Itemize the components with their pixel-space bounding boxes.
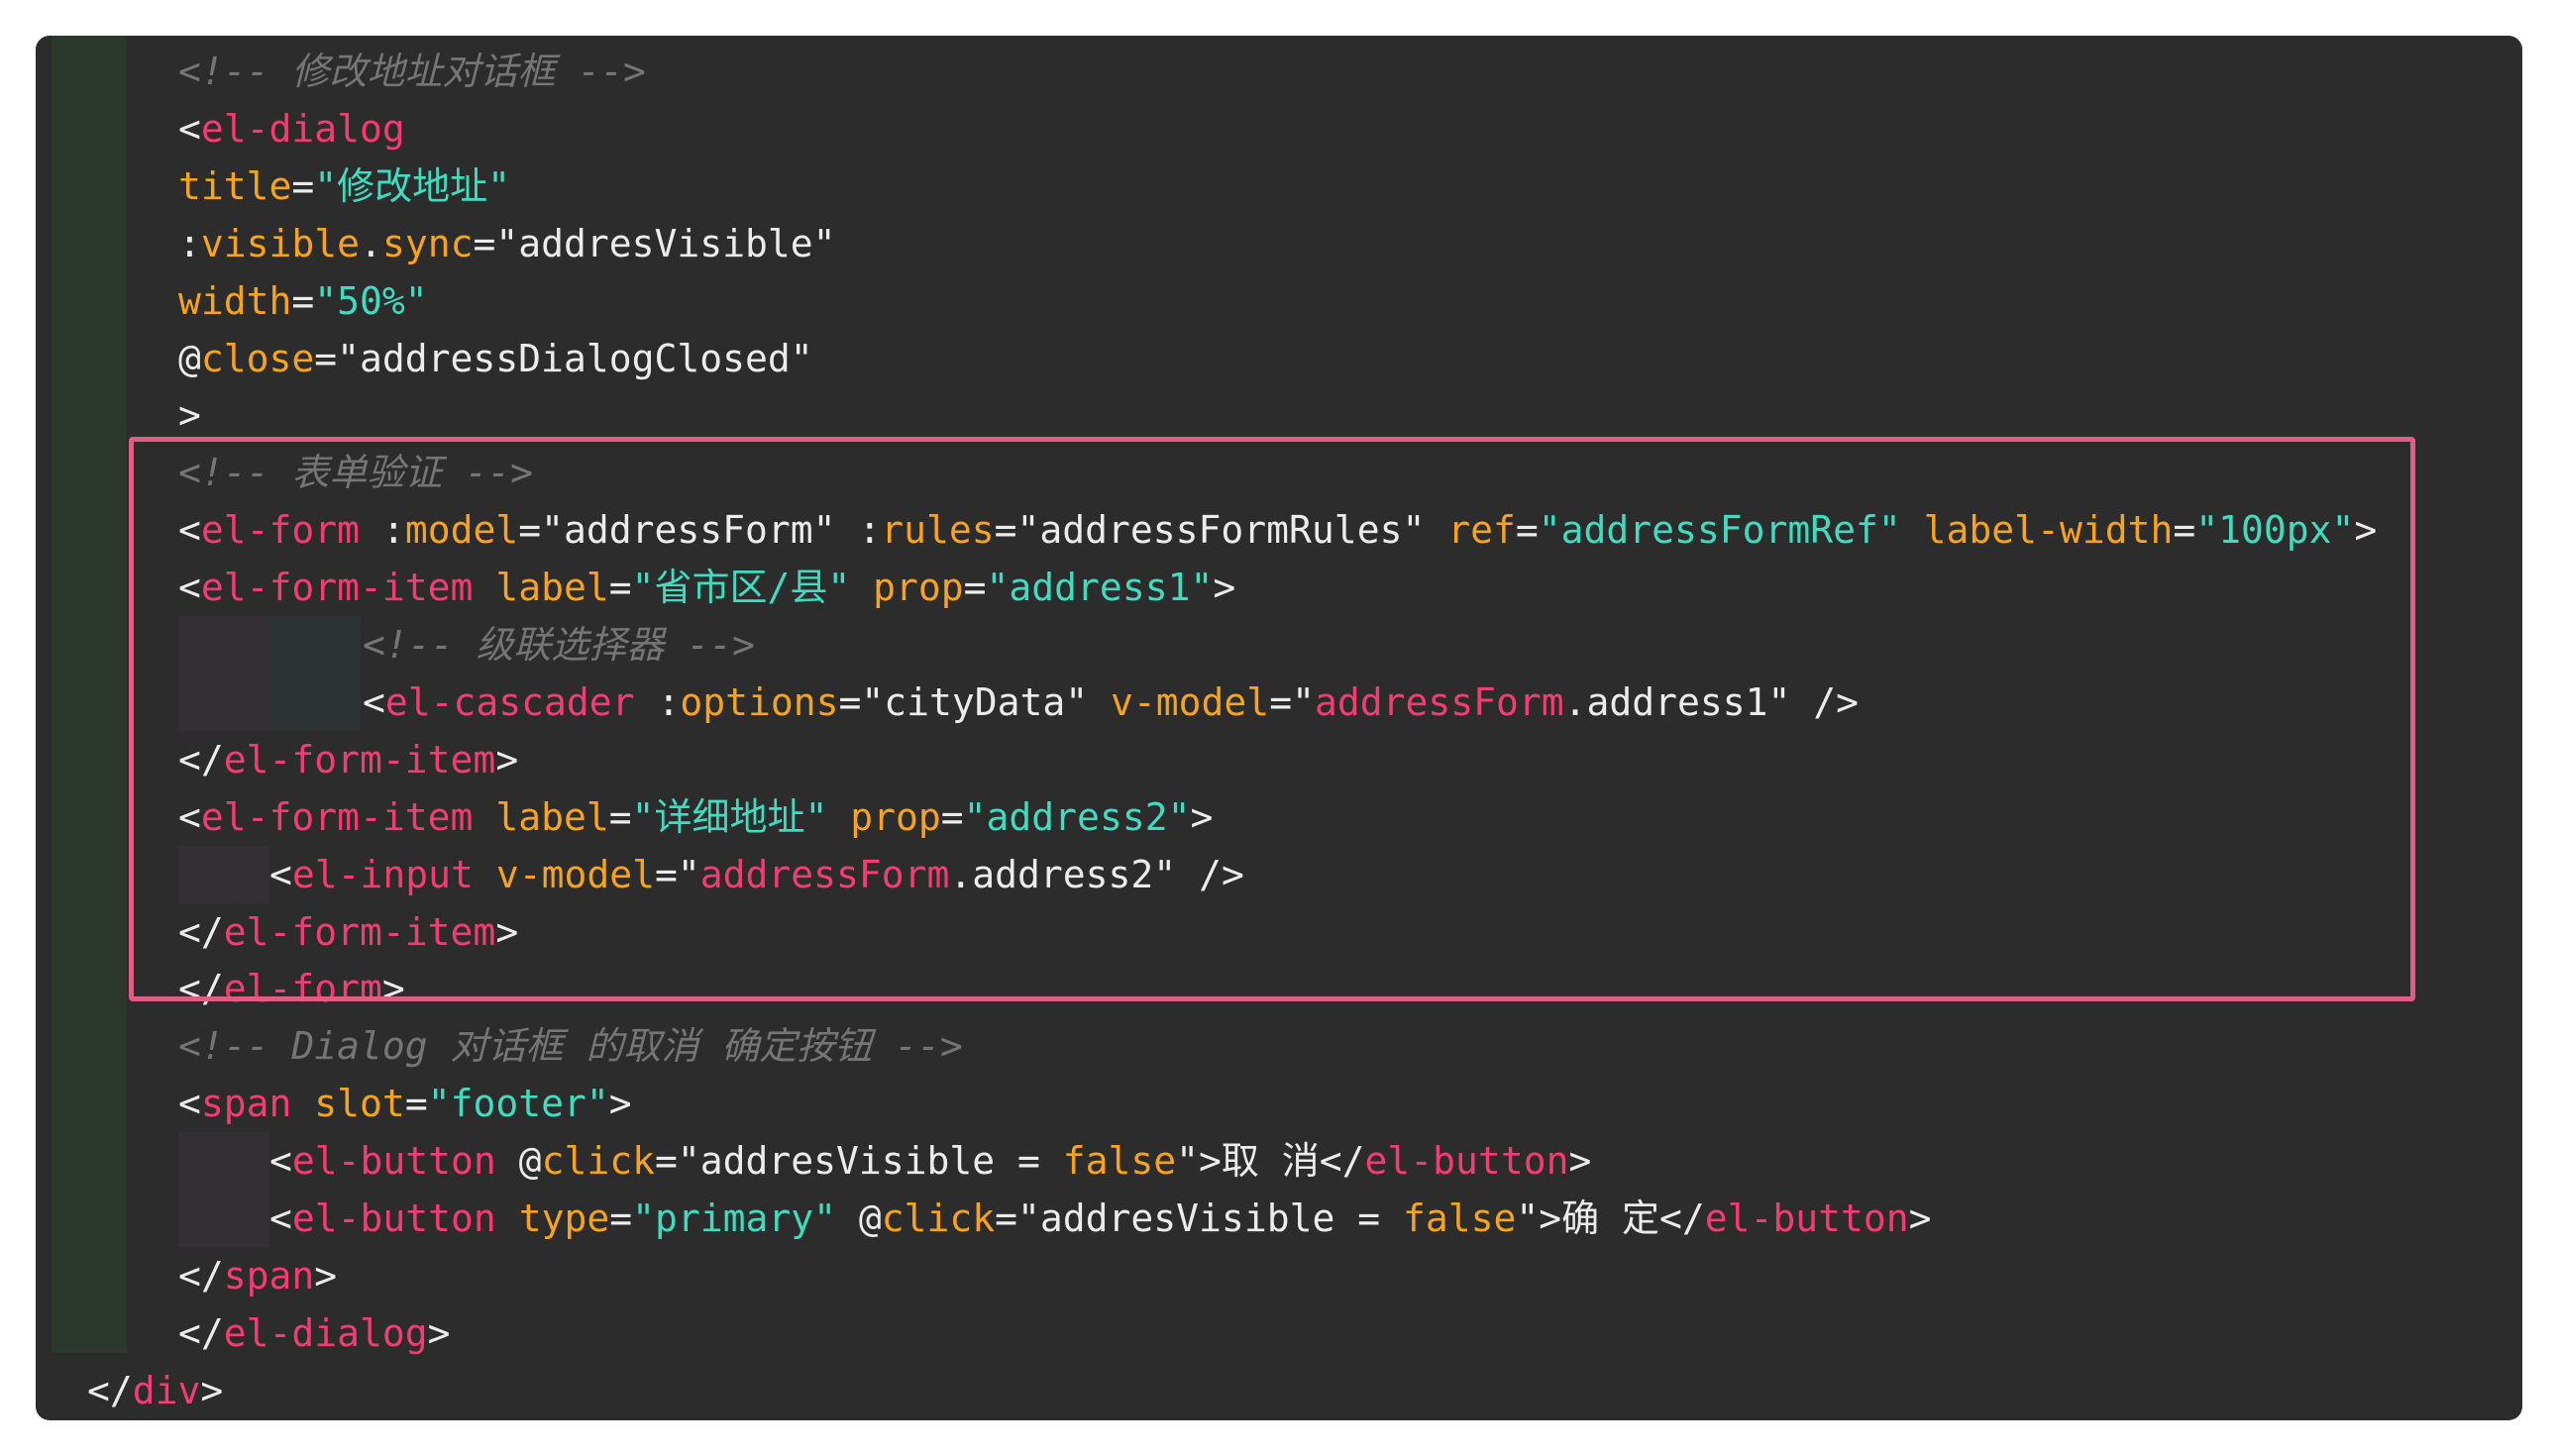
code-token: = — [291, 278, 315, 323]
code-line: @close="addressDialogClosed" — [178, 330, 813, 387]
code-token: ="addresVisible = — [654, 1139, 1063, 1184]
code-line: <!-- 修改地址对话框 --> — [178, 43, 646, 100]
code-line: <el-button type="primary" @click="addres… — [269, 1190, 1932, 1247]
code-token: slot — [314, 1082, 405, 1126]
code-line: :visible.sync="addresVisible" — [178, 215, 836, 272]
code-token: > — [178, 393, 201, 438]
code-token: > — [608, 1082, 632, 1126]
code-token: > — [1568, 1139, 1592, 1184]
code-token: click — [541, 1139, 655, 1184]
code-token: < — [269, 1139, 292, 1184]
code-token: width — [178, 278, 292, 323]
code-token: <!-- 修改地址对话框 --> — [178, 50, 646, 93]
code-token: > — [200, 1368, 224, 1412]
code-token: < — [269, 1196, 292, 1240]
code-token: <!-- Dialog 对话框 的取消 确定按钮 --> — [178, 1024, 963, 1069]
code-line: </span> — [178, 1247, 337, 1304]
code-line: title="修改地址" — [178, 157, 510, 215]
code-token: close — [200, 336, 315, 380]
code-token: ="addresVisible = — [995, 1196, 1403, 1240]
indent-guide — [178, 1190, 269, 1247]
code-token: ">取 消</ — [1176, 1139, 1365, 1184]
code-token: @ — [836, 1196, 882, 1240]
code-line: <el-button @click="addresVisible = false… — [269, 1132, 1591, 1190]
code-token: false — [1062, 1139, 1177, 1184]
code-line: </el-dialog> — [178, 1304, 451, 1362]
code-token: </ — [178, 1253, 224, 1298]
code-token: @ — [495, 1139, 542, 1184]
code-token: span — [200, 1082, 292, 1126]
code-token: ="addresVisible" — [473, 221, 836, 265]
code-token: > — [427, 1310, 451, 1355]
code-line: > — [178, 386, 201, 444]
code-token: div — [132, 1368, 201, 1412]
code-token: sync — [381, 221, 474, 265]
code-token: = — [609, 1196, 633, 1240]
code-token: ="addressDialogClosed" — [314, 336, 813, 380]
code-token: el-button — [1704, 1196, 1909, 1240]
code-token: < — [178, 106, 201, 151]
code-token: "50%" — [314, 278, 428, 323]
code-token: @ — [178, 336, 201, 380]
code-token: < — [178, 1082, 201, 1126]
code-token: > — [1908, 1196, 1932, 1240]
code-line: <!-- Dialog 对话框 的取消 确定按钮 --> — [178, 1017, 963, 1075]
code-token: "footer" — [427, 1082, 609, 1126]
indent-guide — [178, 1132, 269, 1191]
code-token: el-button — [291, 1139, 496, 1184]
code-token: el-dialog — [200, 106, 405, 151]
code-token: title — [178, 163, 292, 208]
code-token: "修改地址" — [314, 163, 511, 208]
code-token: visible — [200, 221, 361, 265]
code-line: width="50%" — [178, 272, 428, 330]
code-token: el-dialog — [223, 1310, 428, 1355]
code-token: : — [178, 221, 201, 265]
code-token: . — [360, 221, 382, 265]
code-token: span — [223, 1253, 315, 1298]
code-editor[interactable]: <!-- 修改地址对话框 --> <el-dialog title="修改地址":v… — [36, 36, 2522, 1420]
code-token: click — [881, 1196, 996, 1240]
code-token: = — [404, 1082, 428, 1126]
highlight-box — [129, 437, 2415, 1001]
code-line: <span slot="footer"> — [178, 1075, 632, 1132]
code-line: <el-dialog — [178, 100, 405, 157]
code-token: = — [291, 163, 315, 208]
code-token: el-button — [291, 1196, 496, 1240]
code-token: false — [1402, 1196, 1517, 1240]
code-token: el-button — [1364, 1139, 1569, 1184]
code-token: type — [518, 1196, 610, 1240]
code-token: ">确 定</ — [1516, 1196, 1705, 1240]
code-token: "primary" — [632, 1196, 836, 1240]
code-token: </ — [178, 1310, 224, 1355]
code-token: </ — [87, 1368, 133, 1412]
code-token: > — [314, 1253, 338, 1298]
code-line: </div> — [87, 1362, 223, 1419]
